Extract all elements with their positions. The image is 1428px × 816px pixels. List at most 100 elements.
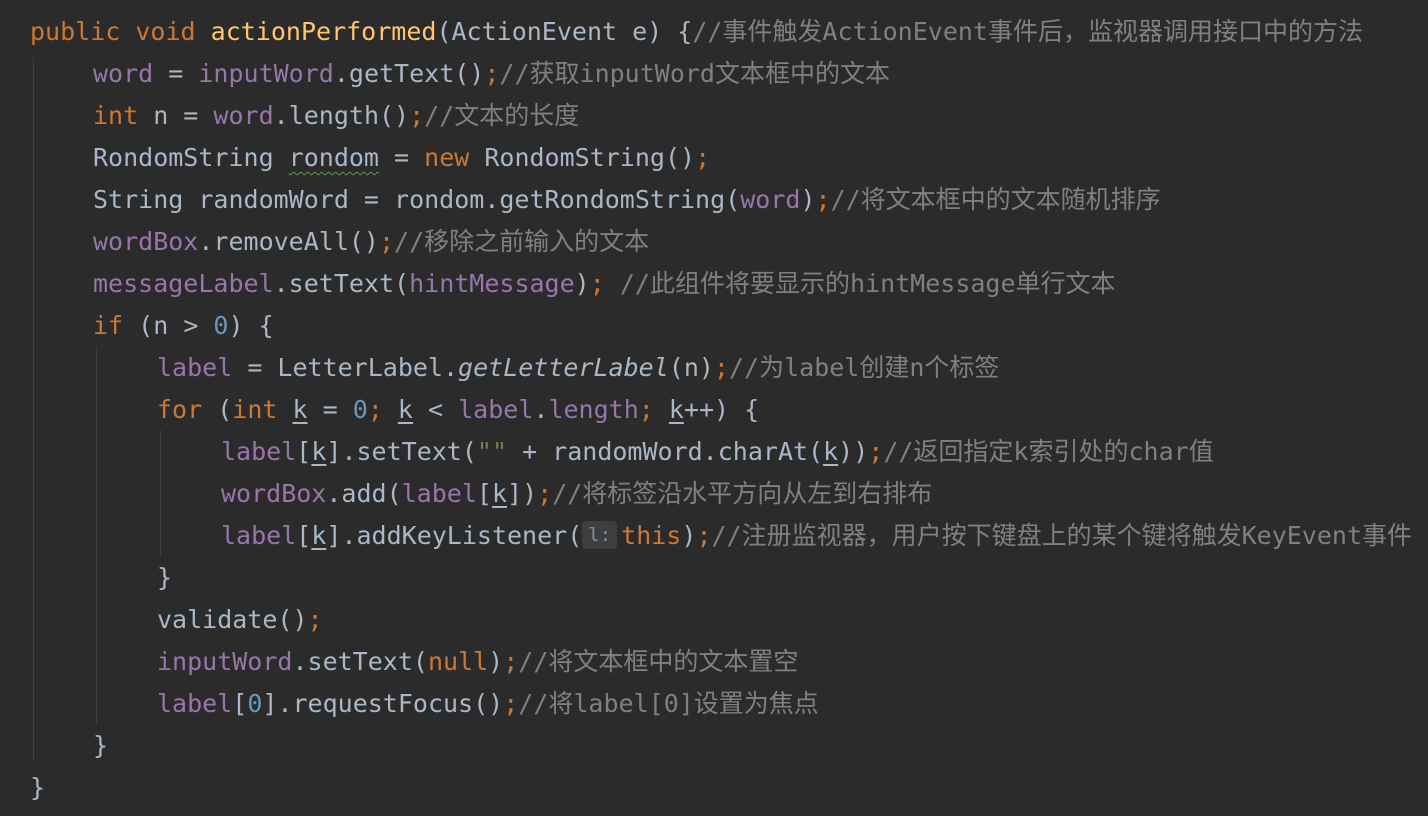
code-token: ; — [503, 689, 519, 718]
code-token: ; — [307, 605, 323, 634]
code-line[interactable]: int n = word.length();//文本的长度 — [93, 95, 579, 137]
code-token: "" — [476, 437, 508, 466]
code-token: 0 — [213, 311, 229, 340]
code-token: k — [397, 395, 413, 424]
code-line[interactable]: validate(); — [157, 599, 323, 641]
code-token: wordBox — [93, 227, 199, 256]
code-line[interactable]: label = LetterLabel.getLetterLabel(n);//… — [157, 347, 999, 389]
code-token: .setText( — [292, 647, 428, 676]
code-token: .length() — [273, 101, 410, 130]
indent-guide — [33, 58, 34, 762]
code-token: (n > — [123, 311, 214, 340]
code-token: 0 — [352, 395, 368, 424]
code-token: ]) — [507, 479, 538, 508]
code-token: ; — [695, 143, 711, 172]
code-token: ; — [484, 59, 500, 88]
code-token: ; — [713, 353, 729, 382]
code-token: ; — [868, 437, 884, 466]
code-token: = — [378, 143, 425, 172]
code-token: k — [668, 395, 684, 424]
code-token: [ — [476, 479, 492, 508]
code-token: void — [135, 17, 196, 46]
code-line[interactable]: label[0].requestFocus();//将label[0]设置为焦点 — [157, 683, 819, 725]
code-token: [ — [296, 437, 312, 466]
code-line[interactable]: label[k].setText("" + randomWord.charAt(… — [221, 431, 1214, 473]
code-line[interactable]: wordBox.removeAll();//移除之前输入的文本 — [93, 221, 649, 263]
code-token: ].setText( — [326, 437, 477, 466]
code-token: rondom — [288, 143, 379, 172]
code-token: (ActionEvent e) { — [436, 17, 693, 46]
code-token: ) — [488, 647, 504, 676]
code-comment: //移除之前输入的文本 — [394, 227, 650, 256]
code-token: ; — [589, 269, 605, 298]
code-line[interactable]: } — [157, 557, 172, 599]
code-line[interactable]: wordBox.add(label[k]);//将标签沿水平方向从左到右排布 — [221, 473, 932, 515]
code-token: if — [93, 311, 124, 340]
code-token: word — [93, 59, 154, 88]
code-token: this — [621, 521, 682, 550]
code-token: ( — [202, 395, 233, 424]
indent-guide — [160, 430, 161, 556]
code-token: RondomString() — [469, 143, 696, 172]
code-line[interactable]: } — [93, 725, 108, 767]
code-line[interactable]: for (int k = 0; k < label.length; k++) { — [157, 389, 759, 431]
code-token: int — [93, 101, 139, 130]
code-token: public — [30, 17, 121, 46]
code-token: ; — [638, 395, 654, 424]
code-line[interactable]: if (n > 0) { — [93, 305, 274, 347]
code-token: ; — [367, 395, 383, 424]
code-token: n = — [138, 101, 214, 130]
code-line[interactable]: inputWord.setText(null);//将文本框中的文本置空 — [157, 641, 798, 683]
code-token: new — [424, 143, 470, 172]
code-token: getLetterLabel — [458, 353, 669, 382]
code-token: .setText( — [273, 269, 410, 298]
code-token: ; — [503, 647, 519, 676]
code-editor[interactable]: public void actionPerformed(ActionEvent … — [0, 0, 1428, 816]
code-line[interactable]: word = inputWord.getText();//获取inputWord… — [93, 53, 890, 95]
code-line[interactable]: public void actionPerformed(ActionEvent … — [30, 11, 1363, 53]
code-comment: //将label[0]设置为焦点 — [518, 689, 819, 718]
code-line[interactable]: } — [30, 767, 45, 809]
code-token: String randomWord = rondom.getRondomStri… — [93, 185, 741, 214]
code-token: ) — [800, 185, 816, 214]
code-token: ; — [696, 521, 712, 550]
code-token: .getText() — [333, 59, 485, 88]
code-token: [ — [232, 689, 248, 718]
code-token: for — [157, 395, 203, 424]
code-line[interactable]: label[k].addKeyListener(l: this);//注册监视器，… — [221, 515, 1412, 557]
code-token: label — [157, 689, 233, 718]
code-token: ; — [409, 101, 425, 130]
code-token: hintMessage — [409, 269, 575, 298]
code-token: label — [401, 479, 477, 508]
code-token: k — [491, 479, 508, 508]
code-token: ; — [537, 479, 553, 508]
code-token: ) { — [228, 311, 274, 340]
code-token: label — [221, 521, 297, 550]
code-token: word — [740, 185, 801, 214]
code-token: = — [153, 59, 199, 88]
code-token: < — [412, 395, 459, 424]
code-token: label — [221, 437, 297, 466]
code-token: } — [93, 731, 109, 760]
code-line[interactable]: RondomString rondom = new RondomString()… — [93, 137, 710, 179]
code-comment: //事件触发ActionEvent事件后，监视器调用接口中的方法 — [692, 17, 1363, 46]
code-token: ].requestFocus() — [262, 689, 504, 718]
code-token: ].addKeyListener( — [326, 521, 583, 550]
code-token: inputWord — [157, 647, 293, 676]
code-token: null — [427, 647, 489, 676]
code-token: k — [823, 437, 839, 466]
code-token: )) — [838, 437, 869, 466]
code-token: validate() — [157, 605, 308, 634]
code-token: actionPerformed — [210, 17, 437, 46]
code-line[interactable]: messageLabel.setText(hintMessage); //此组件… — [93, 263, 1116, 305]
code-line[interactable]: String randomWord = rondom.getRondomStri… — [93, 179, 1161, 221]
code-token: ) — [681, 521, 697, 550]
code-token: RondomString — [93, 143, 289, 172]
code-comment: //为label创建n个标签 — [728, 353, 1000, 382]
